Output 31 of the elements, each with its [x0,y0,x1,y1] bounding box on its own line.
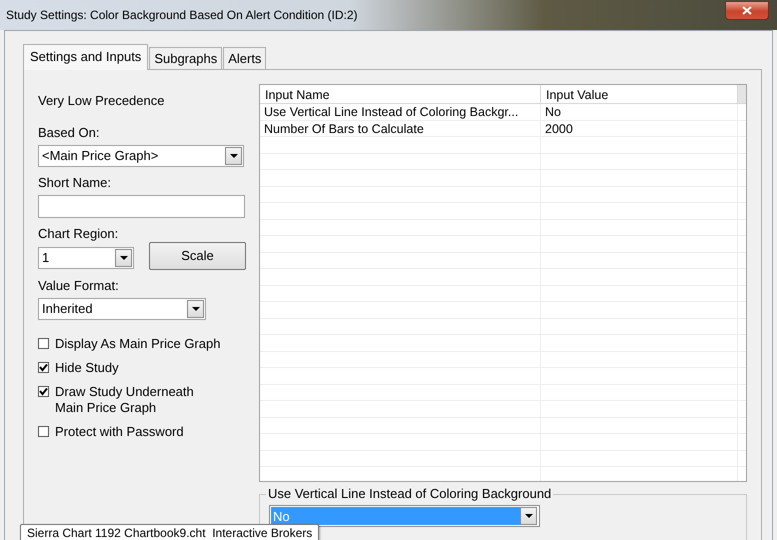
tooltip: Sierra Chart 1192 Chartbook9.cht Interactive Brokers [20,524,320,540]
field-label: Value Format: [38,278,120,294]
close-button[interactable] [725,0,769,20]
field-label: Based On: [38,125,100,141]
chart-region-dropdown[interactable]: 1 [38,247,134,269]
table-cell: Use Vertical Line Instead of Coloring Backgr... [264,105,518,119]
field-label: Short Name: [38,175,112,191]
window-title: Study Settings: Color Background Based On Alert Condition (ID:2) [6,7,358,24]
tab[interactable]: Subgraphs [149,47,222,69]
checkbox[interactable] [38,426,49,437]
value-format-dropdown[interactable]: Inherited [38,298,206,320]
field-label: Chart Region: [38,226,120,242]
column-header: Input Name [260,85,541,103]
checkbox-label: Hide Study [55,360,119,376]
tab[interactable]: Settings and Inputs [23,44,148,70]
precedence-label: Very Low Precedence [38,93,166,109]
checkbox-label: Draw Study Underneath Main Price Graph [55,384,194,416]
tab[interactable]: Alerts [223,47,266,69]
checkbox[interactable] [38,362,49,373]
scale-button[interactable]: Scale [149,242,246,270]
close-icon [742,6,752,14]
table-cell: Number Of Bars to Calculate [264,122,424,136]
based-on-dropdown[interactable]: <Main Price Graph> [38,145,244,167]
checkbox[interactable] [38,338,49,349]
checkbox-label: Protect with Password [55,424,184,440]
short-name-field[interactable] [38,195,245,218]
checkbox[interactable] [38,386,49,397]
table-cell: No [545,105,561,119]
table-cell: 2000 [545,122,573,136]
checkbox-label: Display As Main Price Graph [55,336,220,352]
group-label: Use Vertical Line Instead of Coloring Background [266,486,554,502]
